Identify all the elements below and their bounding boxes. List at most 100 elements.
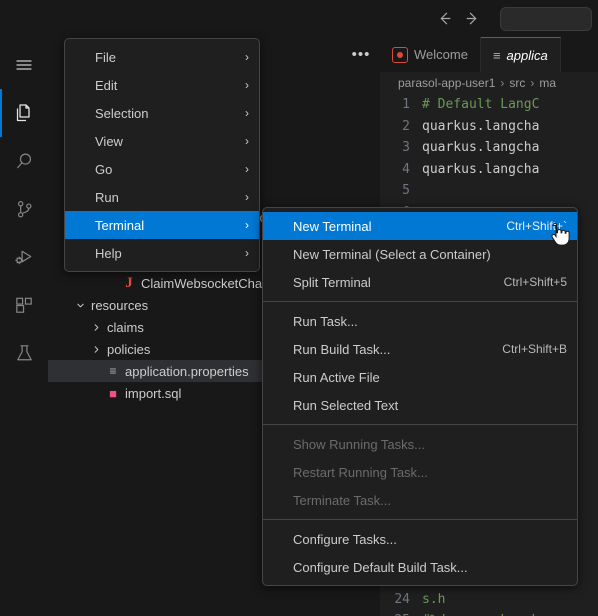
tree-item-label: application.properties	[125, 363, 249, 379]
sidebar-item-testing[interactable]	[0, 329, 48, 377]
breadcrumb-segment[interactable]: parasol-app-user1	[398, 76, 495, 90]
submenu-item-label: Run Active File	[293, 369, 380, 385]
menu-item-help[interactable]: Help ›	[65, 239, 259, 267]
hamburger-icon	[14, 55, 34, 75]
forward-button[interactable]	[458, 7, 486, 31]
tree-item-label: ClaimWebsocketChat	[141, 275, 266, 291]
submenu-item-configure-tasks[interactable]: Configure Tasks...	[263, 525, 577, 553]
tab-welcome[interactable]: Welcome	[380, 37, 481, 72]
properties-file-icon: ≡	[109, 364, 117, 378]
submenu-item-run-build-task[interactable]: Run Build Task... Ctrl+Shift+B	[263, 335, 577, 363]
chevron-right-icon: ›	[245, 106, 249, 120]
chevron-right-icon: ›	[245, 78, 249, 92]
menu-item-terminal[interactable]: Terminal ›	[65, 211, 259, 239]
line-number: 24	[394, 591, 410, 607]
code-line: 4 quarkus.langcha	[380, 159, 598, 181]
beaker-icon	[13, 342, 36, 365]
line-number: 5	[402, 183, 410, 198]
properties-file-icon: ≡	[492, 47, 501, 63]
submenu-item-label: Configure Default Build Task...	[293, 559, 468, 575]
submenu-item-new-terminal-select-a-container[interactable]: New Terminal (Select a Container)	[263, 240, 577, 268]
submenu-item-label: Split Terminal	[293, 274, 371, 290]
search-icon	[13, 150, 36, 173]
sql-file-icon: ■	[109, 385, 117, 401]
submenu-item-label: New Terminal	[293, 218, 372, 234]
submenu-item-run-task[interactable]: Run Task...	[263, 307, 577, 335]
submenu-item-label: Run Build Task...	[293, 341, 391, 357]
more-actions-button[interactable]: •••	[350, 44, 372, 66]
extensions-icon	[13, 294, 36, 317]
code-line: 2 quarkus.langcha	[380, 116, 598, 138]
menu-item-label: Run	[95, 189, 119, 205]
code-text: # Default LangC	[422, 97, 540, 112]
tree-item-label: resources	[91, 297, 149, 313]
chevron-right-icon[interactable]	[88, 344, 104, 355]
submenu-item-run-active-file[interactable]: Run Active File	[263, 363, 577, 391]
submenu-item-shortcut: Ctrl+Shift+B	[502, 342, 567, 356]
chevron-right-icon: ›	[245, 134, 249, 148]
code-line: 1 # Default LangC	[380, 94, 598, 116]
editor-tab-bar: Welcome ≡ applica	[380, 37, 598, 72]
submenu-item-label: Show Running Tasks...	[293, 436, 425, 452]
chevron-right-icon: ›	[245, 162, 249, 176]
vscode-window: ••• java/org/parasolaiJClaimService.java…	[0, 0, 598, 616]
menu-item-go[interactable]: Go ›	[65, 155, 259, 183]
code-line: 5	[380, 180, 598, 202]
menu-item-label: Terminal	[95, 217, 145, 233]
submenu-item-run-selected-text[interactable]: Run Selected Text	[263, 391, 577, 419]
code-text: #%dev.quarkus.h	[422, 610, 539, 616]
sidebar-item-source-control[interactable]	[0, 185, 48, 233]
chevron-right-icon: ›	[245, 246, 249, 260]
tab-label: applica	[506, 47, 548, 63]
line-number: 3	[402, 140, 410, 155]
submenu-item-label: Run Selected Text	[293, 397, 399, 413]
arrow-left-icon	[436, 10, 453, 27]
menu-item-view[interactable]: View ›	[65, 127, 259, 155]
submenu-item-restart-running-task: Restart Running Task...	[263, 458, 577, 486]
chevron-down-icon[interactable]	[72, 300, 88, 311]
arrow-right-icon	[464, 10, 481, 27]
submenu-item-label: Restart Running Task...	[293, 464, 428, 480]
menu-item-run[interactable]: Run ›	[65, 183, 259, 211]
command-center-input[interactable]	[500, 6, 592, 31]
breadcrumb-segment[interactable]: ma	[539, 76, 556, 90]
code-line: 24 s.h	[380, 589, 598, 611]
run-debug-icon	[13, 246, 36, 269]
breadcrumb-segment[interactable]: src	[509, 76, 525, 90]
code-text: quarkus.langcha	[422, 140, 540, 155]
tab-label: Welcome	[414, 47, 468, 62]
line-number: 4	[402, 161, 410, 177]
line-number: 1	[402, 97, 410, 112]
sidebar-item-search[interactable]	[0, 137, 48, 185]
menu-separator	[263, 519, 577, 520]
submenu-item-new-terminal[interactable]: New Terminal Ctrl+Shift+`	[263, 212, 577, 240]
submenu-item-label: Terminate Task...	[293, 492, 392, 508]
menu-item-label: Selection	[95, 105, 149, 121]
code-line: 3 quarkus.langcha	[380, 137, 598, 159]
terminal-submenu: New Terminal Ctrl+Shift+` New Terminal (Se…	[262, 207, 578, 586]
tab-applica[interactable]: ≡ applica	[480, 37, 561, 72]
menu-item-edit[interactable]: Edit ›	[65, 71, 259, 99]
breadcrumb-separator-icon: ›	[530, 76, 535, 90]
menu-item-selection[interactable]: Selection ›	[65, 99, 259, 127]
submenu-item-show-running-tasks: Show Running Tasks...	[263, 430, 577, 458]
submenu-item-label: Run Task...	[293, 313, 358, 329]
sidebar-item-extensions[interactable]	[0, 281, 48, 329]
code-line: 25#%dev.quarkus.h	[380, 610, 598, 616]
menu-separator	[263, 424, 577, 425]
menu-item-file[interactable]: File ›	[65, 43, 259, 71]
chevron-right-icon[interactable]	[88, 322, 104, 333]
line-number: 2	[402, 118, 410, 134]
sidebar-item-explorer[interactable]	[0, 89, 48, 137]
submenu-item-label: New Terminal (Select a Container)	[293, 246, 491, 262]
sidebar-item-run-debug[interactable]	[0, 233, 48, 281]
submenu-item-configure-default-build-task[interactable]: Configure Default Build Task...	[263, 553, 577, 581]
back-button[interactable]	[430, 7, 458, 31]
menu-item-label: File	[95, 49, 116, 65]
mouse-cursor	[548, 222, 570, 253]
submenu-item-split-terminal[interactable]: Split Terminal Ctrl+Shift+5	[263, 268, 577, 296]
submenu-item-terminate-task: Terminate Task...	[263, 486, 577, 514]
code-text: s.h	[422, 591, 446, 607]
sidebar-item-menu[interactable]	[0, 41, 48, 89]
submenu-item-label: Configure Tasks...	[293, 531, 397, 547]
